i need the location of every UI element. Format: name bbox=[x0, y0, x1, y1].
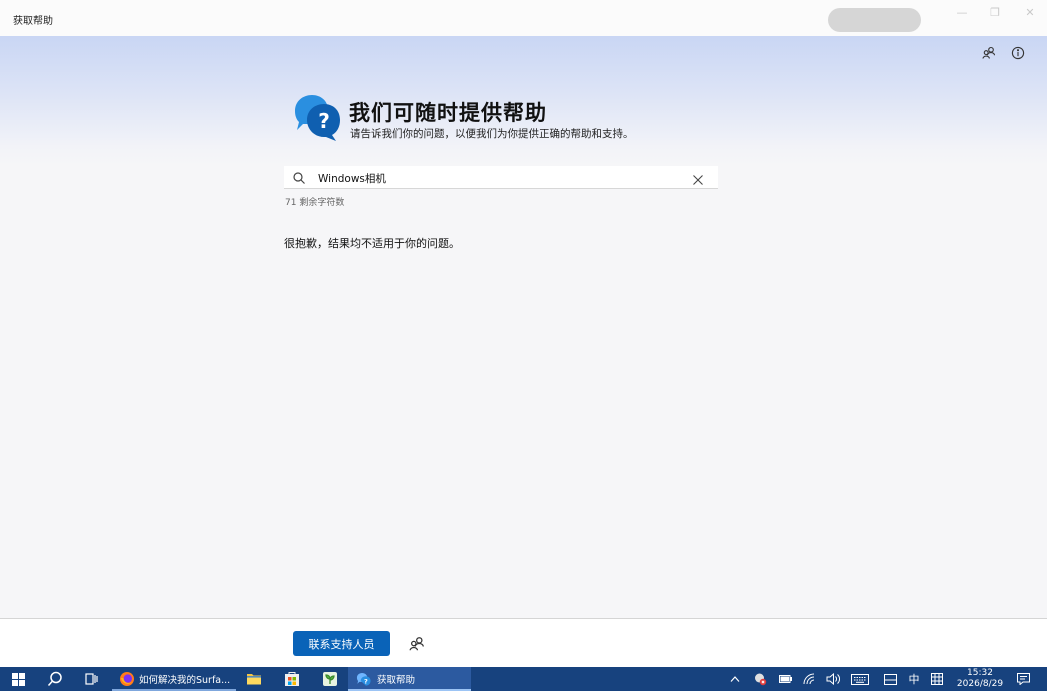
svg-text:?: ? bbox=[364, 677, 368, 685]
clock[interactable]: 15:32 2026/8/29 bbox=[955, 668, 1005, 690]
clear-search-button[interactable] bbox=[692, 171, 704, 185]
notification-center-icon[interactable] bbox=[1012, 667, 1034, 691]
show-hidden-icons-chevron-up-icon[interactable] bbox=[726, 667, 744, 691]
search-box[interactable]: Windows相机 bbox=[284, 166, 718, 189]
community-icon[interactable] bbox=[980, 44, 998, 62]
title-bar: 获取帮助 — ❐ ✕ bbox=[0, 0, 1047, 36]
firefox-icon bbox=[119, 671, 135, 687]
taskbar-app-green[interactable] bbox=[316, 667, 344, 691]
svg-text:?: ? bbox=[318, 109, 330, 133]
page-title: 我们可随时提供帮助 bbox=[349, 101, 547, 125]
store-icon bbox=[284, 671, 300, 687]
taskbar: 如何解决我的Surfa... ? 获取帮助 中 15:32 2026/8/29 bbox=[0, 667, 1047, 691]
remaining-characters: 71 剩余字符数 bbox=[285, 198, 345, 208]
input-mode-icon[interactable] bbox=[880, 667, 900, 691]
taskbar-app-firefox[interactable]: 如何解决我的Surfa... bbox=[112, 667, 236, 691]
ime-language[interactable]: 中 bbox=[904, 667, 924, 691]
window-title: 获取帮助 bbox=[13, 16, 53, 27]
task-view-icon[interactable] bbox=[76, 667, 106, 691]
security-alert-icon[interactable] bbox=[750, 667, 770, 691]
no-results-message: 很抱歉，结果均不适用于你的问题。 bbox=[284, 237, 460, 250]
taskbar-app-get-help[interactable]: ? 获取帮助 bbox=[348, 667, 471, 691]
info-icon[interactable] bbox=[1009, 44, 1027, 62]
clock-date: 2026/8/29 bbox=[956, 679, 1004, 689]
help-chat-icon: ? bbox=[291, 93, 343, 143]
wifi-icon[interactable] bbox=[800, 667, 818, 691]
get-help-window: 获取帮助 — ❐ ✕ ? 我们可随时提供帮助 请告诉我们你的问题，以便我们为你提… bbox=[0, 0, 1047, 691]
taskbar-app-file-explorer[interactable] bbox=[240, 667, 268, 691]
close-button[interactable]: ✕ bbox=[1013, 0, 1047, 24]
community-icon[interactable] bbox=[409, 636, 425, 652]
page-subtitle: 请告诉我们你的问题，以便我们为你提供正确的帮助和支持。 bbox=[350, 128, 634, 140]
taskbar-app-store[interactable] bbox=[278, 667, 306, 691]
plant-app-icon bbox=[322, 671, 338, 687]
touch-keyboard-icon[interactable] bbox=[848, 667, 872, 691]
volume-icon[interactable] bbox=[822, 667, 844, 691]
minimize-button[interactable]: — bbox=[945, 0, 979, 24]
get-help-icon: ? bbox=[356, 672, 371, 687]
restore-button[interactable]: ❐ bbox=[978, 0, 1012, 24]
taskbar-app-label: 获取帮助 bbox=[377, 675, 416, 686]
ime-settings-icon[interactable] bbox=[927, 667, 947, 691]
windows-start-icon[interactable] bbox=[4, 667, 32, 691]
account-avatar[interactable] bbox=[828, 8, 921, 32]
search-icon bbox=[292, 170, 306, 184]
clock-time: 15:32 bbox=[967, 668, 993, 678]
contact-support-button[interactable]: 联系支持人员 bbox=[293, 631, 390, 656]
search-icon[interactable] bbox=[40, 667, 70, 691]
search-input[interactable]: Windows相机 bbox=[318, 171, 386, 186]
folder-icon bbox=[246, 672, 262, 686]
footer-bar: 联系支持人员 bbox=[0, 618, 1047, 668]
battery-icon[interactable] bbox=[776, 667, 794, 691]
taskbar-app-label: 如何解决我的Surfa... bbox=[139, 675, 231, 686]
